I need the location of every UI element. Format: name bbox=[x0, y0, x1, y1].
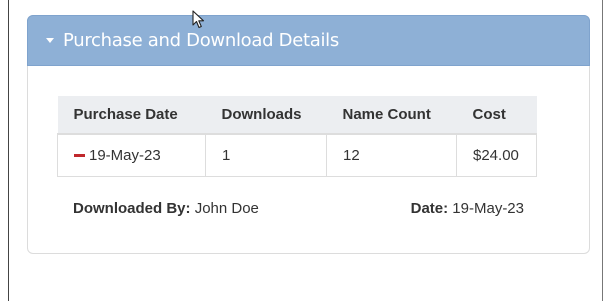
caret-down-icon[interactable] bbox=[46, 38, 54, 43]
window-border-left bbox=[8, 0, 9, 301]
download-date: Date: 19-May-23 bbox=[411, 200, 524, 217]
cell-downloads: 1 bbox=[205, 133, 327, 177]
column-header-purchase-date: Purchase Date bbox=[57, 96, 206, 135]
download-date-label: Date: bbox=[410, 200, 449, 217]
cell-purchase-date: 19-May-23 bbox=[57, 133, 206, 177]
column-header-cost: Cost bbox=[456, 96, 537, 135]
cell-name-count: 12 bbox=[326, 133, 457, 177]
minus-icon[interactable] bbox=[74, 154, 85, 158]
mouse-cursor-icon bbox=[192, 10, 205, 29]
table-header-row: Purchase Date Downloads Name Count Cost bbox=[57, 96, 537, 135]
column-header-downloads: Downloads bbox=[205, 96, 327, 135]
column-header-name-count: Name Count bbox=[326, 96, 457, 135]
downloaded-by: Downloaded By: John Doe bbox=[73, 200, 259, 217]
panel-title: Purchase and Download Details bbox=[63, 30, 339, 51]
download-date-value: 19-May-23 bbox=[452, 200, 524, 217]
cell-cost: $24.00 bbox=[456, 133, 537, 177]
purchase-table: Purchase Date Downloads Name Count Cost … bbox=[57, 96, 537, 177]
window-border-right bbox=[602, 0, 603, 301]
purchase-date-value: 19-May-23 bbox=[89, 146, 161, 164]
downloaded-by-value: John Doe bbox=[194, 200, 259, 217]
purchase-details-panel: Purchase and Download Details Purchase D… bbox=[27, 15, 590, 254]
downloaded-by-label: Downloaded By: bbox=[73, 200, 191, 217]
panel-header[interactable]: Purchase and Download Details bbox=[27, 15, 590, 66]
table-row: 19-May-23 1 12 $24.00 bbox=[57, 133, 537, 177]
